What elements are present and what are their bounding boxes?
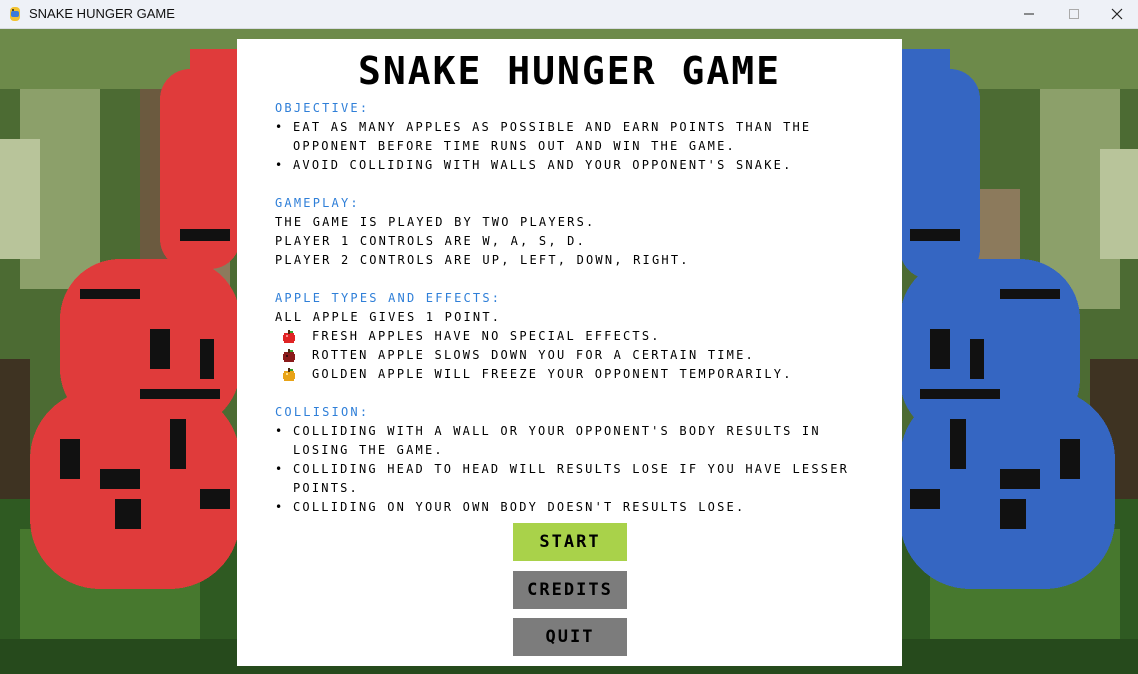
gameplay-line: PLAYER 1 CONTROLS ARE W, A, S, D. — [275, 234, 587, 248]
apple-golden-text: GOLDEN APPLE WILL FREEZE YOUR OPPONENT T… — [312, 367, 793, 381]
collision-line: COLLIDING HEAD TO HEAD WILL RESULTS LOSE… — [275, 462, 849, 476]
collision-heading: COLLISION: — [275, 405, 370, 419]
objective-heading: OBJECTIVE: — [275, 101, 370, 115]
close-button[interactable] — [1094, 0, 1138, 28]
maximize-button[interactable] — [1051, 0, 1097, 28]
game-screen: SNAKE HUNGER GAME OBJECTIVE: EAT AS MANY… — [0, 29, 1138, 674]
start-button[interactable]: START — [513, 523, 627, 561]
collision-line: COLLIDING ON YOUR OWN BODY DOESN'T RESUL… — [275, 500, 745, 514]
instructions-panel: SNAKE HUNGER GAME OBJECTIVE: EAT AS MANY… — [237, 39, 902, 666]
objective-line: AVOID COLLIDING WITH WALLS AND YOUR OPPO… — [275, 158, 793, 172]
golden-apple-icon — [283, 368, 295, 381]
apple-intro: ALL APPLE GIVES 1 POINT. — [275, 310, 502, 324]
game-title: SNAKE HUNGER GAME — [358, 49, 781, 93]
objective-line: OPPONENT BEFORE TIME RUNS OUT AND WIN TH… — [293, 139, 736, 153]
objective-line: EAT AS MANY APPLES AS POSSIBLE AND EARN … — [275, 120, 811, 134]
apple-types-heading: APPLE TYPES AND EFFECTS: — [275, 291, 502, 305]
credits-button[interactable]: CREDITS — [513, 571, 627, 609]
gameplay-line: PLAYER 2 CONTROLS ARE UP, LEFT, DOWN, RI… — [275, 253, 690, 267]
collision-line: LOSING THE GAME. — [293, 443, 444, 457]
apple-fresh-text: FRESH APPLES HAVE NO SPECIAL EFFECTS. — [312, 329, 661, 343]
window-title: SNAKE HUNGER GAME — [29, 6, 175, 21]
minimize-button[interactable] — [1006, 0, 1052, 28]
maximize-icon — [1069, 9, 1079, 19]
fresh-apple-icon — [283, 330, 295, 343]
collision-line: COLLIDING WITH A WALL OR YOUR OPPONENT'S… — [275, 424, 821, 438]
rotten-apple-icon — [283, 349, 295, 362]
apple-rotten-text: ROTTEN APPLE SLOWS DOWN YOU FOR A CERTAI… — [312, 348, 755, 362]
window-titlebar: SNAKE HUNGER GAME — [0, 0, 1138, 29]
gameplay-heading: GAMEPLAY: — [275, 196, 360, 210]
close-icon — [1111, 8, 1123, 20]
app-icon — [10, 7, 20, 21]
gameplay-line: THE GAME IS PLAYED BY TWO PLAYERS. — [275, 215, 596, 229]
minimize-icon — [1024, 13, 1034, 15]
collision-line: POINTS. — [293, 481, 359, 495]
quit-button[interactable]: QUIT — [513, 618, 627, 656]
